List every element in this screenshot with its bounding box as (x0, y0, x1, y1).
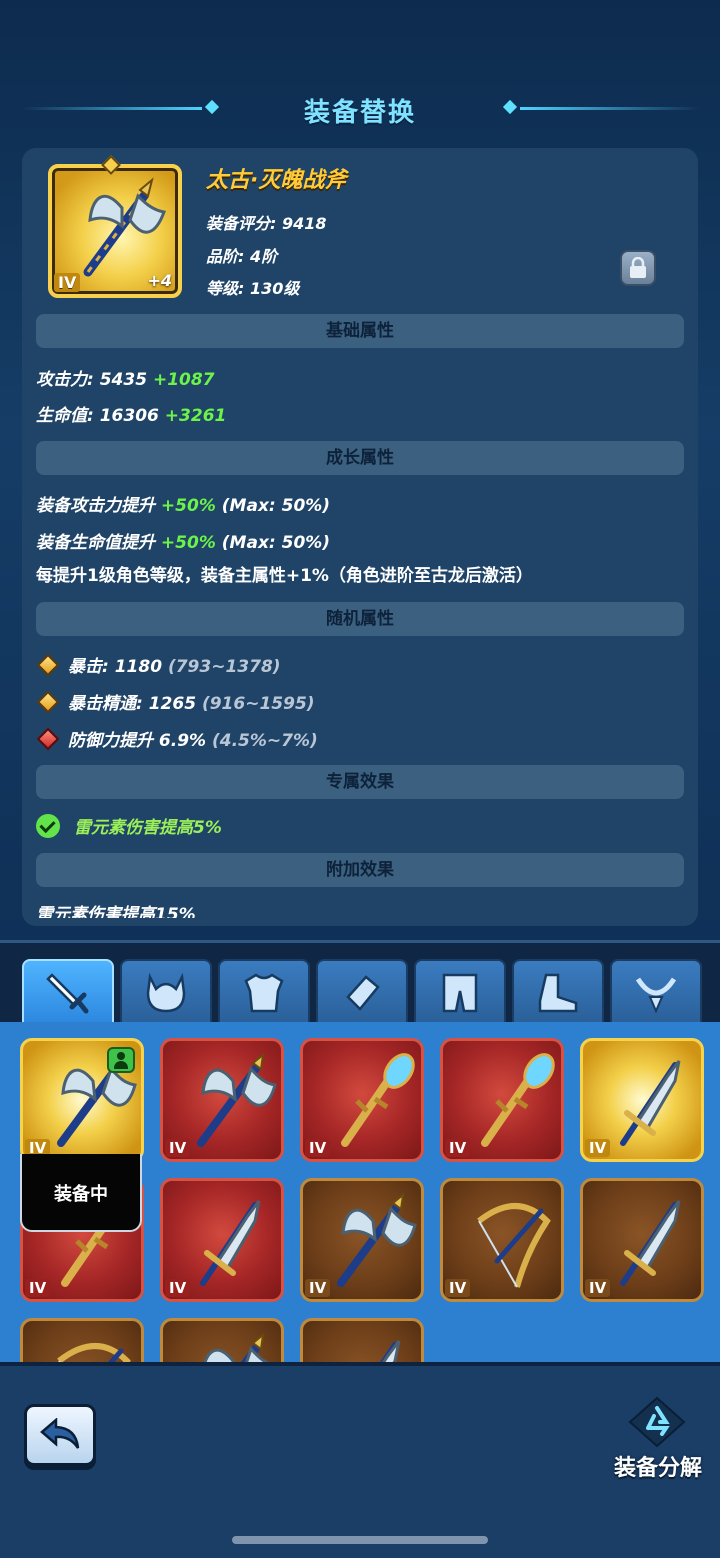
sword-icon (380, 1340, 401, 1362)
lock-button[interactable] (620, 250, 656, 286)
tab-pants[interactable] (414, 959, 506, 1027)
section-exclusive-effect: 专属效果 (36, 765, 684, 799)
pants-icon (442, 973, 478, 1013)
tab-helmet[interactable] (120, 959, 212, 1027)
gold-gem-icon (36, 690, 60, 714)
boots-icon (538, 973, 578, 1013)
section-extra-effect: 附加效果 (36, 853, 684, 887)
tier-badge: IV (305, 1139, 331, 1157)
inventory-item[interactable]: IV (580, 1038, 704, 1162)
home-indicator (232, 1536, 488, 1544)
random-defense: 防御力提升 6.9% (4.5%~7%) (36, 726, 318, 751)
growth-attack: 装备攻击力提升 +50% (Max: 50%) (36, 496, 331, 516)
tier-badge: IV (585, 1279, 611, 1297)
item-level: 等级: 130级 (206, 279, 300, 298)
tier-badge: IV (305, 1279, 331, 1297)
equipped-label: 装备中 (20, 1154, 142, 1232)
sword-icon (620, 1200, 681, 1286)
weapon-icon (46, 973, 89, 1014)
inventory-item[interactable]: IV (300, 1318, 424, 1362)
item-icon-frame: IV +4 (48, 155, 182, 298)
red-gem-icon (36, 727, 60, 751)
title-divider-right (520, 107, 700, 110)
sword-icon (200, 1200, 261, 1286)
axe-icon (337, 1192, 417, 1287)
extra-effect: 雷元素伤害提高15% (36, 905, 196, 918)
inventory-item[interactable]: IV (300, 1038, 424, 1162)
axe-icon (203, 1332, 270, 1362)
gloves-icon (346, 975, 380, 1011)
enhance-level: +4 (147, 271, 172, 290)
check-icon (36, 814, 60, 838)
inventory-item[interactable]: IV (160, 1038, 284, 1162)
inventory-item[interactable]: IV (20, 1318, 144, 1362)
bow-icon (477, 1203, 551, 1288)
item-score: 装备评分: 9418 (206, 214, 327, 233)
tier-badge: IV (445, 1279, 471, 1297)
inventory-item[interactable]: IV (440, 1178, 564, 1302)
inventory-item[interactable]: IV (580, 1178, 704, 1302)
tier-badge: IV (54, 273, 81, 292)
recycle-icon (628, 1396, 686, 1448)
bottom-bar: 装备分解 (0, 1362, 720, 1558)
inventory-item[interactable]: IV (20, 1038, 144, 1162)
exclusive-effect: 雷元素伤害提高5% (36, 813, 222, 838)
gold-gem-icon (36, 653, 60, 677)
inventory-item[interactable]: IV (160, 1178, 284, 1302)
lock-icon (630, 257, 646, 278)
section-random-stats: 随机属性 (36, 602, 684, 636)
armor-icon (244, 973, 284, 1013)
sword-icon (620, 1060, 681, 1146)
stat-hp: 生命值: 16306 +3261 (36, 406, 227, 426)
tab-gloves[interactable] (316, 959, 408, 1027)
back-arrow-icon (40, 1418, 80, 1449)
growth-note: 每提升1级角色等级，装备主属性+1%（角色进阶至古龙后激活） (36, 566, 533, 586)
staff-icon (481, 1053, 555, 1147)
helmet-icon (146, 972, 186, 1013)
back-button[interactable] (24, 1404, 96, 1466)
tab-weapon[interactable] (22, 959, 114, 1027)
item-grade: 品阶: 4阶 (206, 247, 278, 266)
tier-badge: IV (25, 1279, 51, 1297)
equipped-person-icon (107, 1047, 135, 1073)
inventory-item[interactable]: IV (440, 1038, 564, 1162)
random-crit: 暴击: 1180 (793~1378) (36, 652, 281, 677)
axe-icon (197, 1052, 277, 1147)
tier-badge: IV (165, 1279, 191, 1297)
tab-armor[interactable] (218, 959, 310, 1027)
necklace-icon (635, 977, 677, 1014)
equipment-slot-tabs (0, 940, 720, 1027)
item-name: 太古·灭魄战斧 (206, 168, 347, 193)
random-crit-mastery: 暴击精通: 1265 (916~1595) (36, 689, 315, 714)
tier-badge: IV (585, 1139, 611, 1157)
tab-necklace[interactable] (610, 959, 702, 1027)
tier-badge: IV (445, 1139, 471, 1157)
section-base-stats: 基础属性 (36, 314, 684, 348)
tab-boots[interactable] (512, 959, 604, 1027)
inventory-item[interactable]: IV (300, 1178, 424, 1302)
staff-icon (341, 1053, 415, 1147)
disassemble-button[interactable] (626, 1394, 688, 1450)
disassemble-label[interactable]: 装备分解 (614, 1450, 702, 1482)
bow-icon (57, 1343, 131, 1362)
tier-badge: IV (165, 1139, 191, 1157)
growth-hp: 装备生命值提升 +50% (Max: 50%) (36, 533, 331, 553)
section-growth-stats: 成长属性 (36, 441, 684, 475)
inventory-item[interactable]: IV (160, 1318, 284, 1362)
item-detail-panel: IV +4 太古·灭魄战斧 装备评分: 9418 品阶: 4阶 等级: 130级… (22, 148, 698, 926)
page-title: 装备替换 (303, 98, 416, 128)
title-bar: 装备替换 (0, 88, 720, 128)
stat-attack: 攻击力: 5435 +1087 (36, 370, 215, 390)
